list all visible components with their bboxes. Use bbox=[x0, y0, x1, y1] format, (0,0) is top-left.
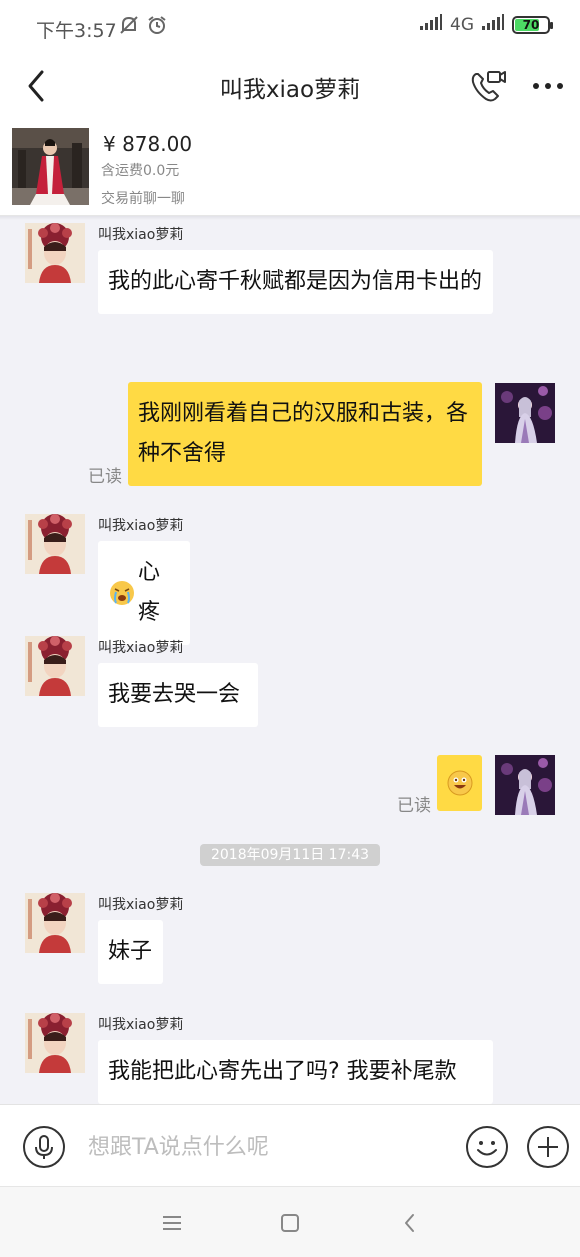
message-bubble-mine[interactable]: 我刚刚看着自己的汉服和古装，各种不舍得 bbox=[128, 382, 482, 486]
chat-header: 叫我xiao萝莉 bbox=[0, 56, 580, 118]
my-avatar[interactable] bbox=[495, 383, 555, 443]
more-icon[interactable] bbox=[530, 66, 570, 106]
product-card[interactable]: ¥ 878.00 含运费0.0元 交易前聊一聊 bbox=[0, 118, 580, 216]
sender-name: 叫我xiao萝莉 bbox=[98, 640, 184, 656]
status-bar: 下午3:57 4G 70 bbox=[0, 0, 580, 56]
message-input[interactable] bbox=[88, 1129, 428, 1165]
network-type: 4G bbox=[450, 14, 474, 35]
trade-note: 交易前聊一聊 bbox=[101, 191, 185, 207]
message-bubble[interactable]: 我能把此心寄先出了吗? 我要补尾款 bbox=[98, 1040, 493, 1104]
menu-icon[interactable] bbox=[160, 1211, 184, 1235]
product-price: ¥ 878.00 bbox=[103, 132, 193, 156]
message-bubble[interactable]: 我要去哭一会 bbox=[98, 663, 258, 727]
crying-face-icon bbox=[108, 579, 136, 607]
plus-icon[interactable] bbox=[526, 1125, 570, 1169]
message-bubble-mine[interactable] bbox=[437, 755, 482, 811]
timestamp: 2018年09月11日 17:43 bbox=[200, 844, 380, 866]
input-bar bbox=[0, 1104, 580, 1186]
grin-face-icon bbox=[447, 770, 473, 796]
my-avatar[interactable] bbox=[495, 755, 555, 815]
microphone-icon[interactable] bbox=[22, 1125, 66, 1169]
sender-name: 叫我xiao萝莉 bbox=[98, 897, 184, 913]
divider bbox=[0, 216, 580, 220]
silent-bell-icon bbox=[118, 14, 140, 40]
avatar[interactable] bbox=[25, 223, 85, 283]
shipping-fee: 含运费0.0元 bbox=[101, 163, 180, 179]
system-nav-bar bbox=[0, 1186, 580, 1257]
message-bubble[interactable]: 我的此心寄千秋赋都是因为信用卡出的 bbox=[98, 250, 493, 314]
avatar[interactable] bbox=[25, 636, 85, 696]
message-bubble[interactable]: 妹子 bbox=[98, 920, 163, 984]
read-status: 已读 bbox=[397, 796, 431, 816]
sender-name: 叫我xiao萝莉 bbox=[98, 518, 184, 534]
back-icon[interactable] bbox=[398, 1211, 422, 1235]
battery-level: 70 bbox=[522, 17, 540, 32]
signal-icon bbox=[482, 14, 504, 35]
product-image[interactable] bbox=[12, 128, 89, 205]
video-call-icon[interactable] bbox=[468, 66, 508, 106]
read-status: 已读 bbox=[88, 467, 122, 487]
alarm-icon bbox=[146, 14, 168, 40]
emoji-icon[interactable] bbox=[465, 1125, 509, 1169]
message-bubble[interactable]: 心疼 bbox=[98, 541, 190, 645]
sender-name: 叫我xiao萝莉 bbox=[98, 1017, 184, 1033]
status-time: 下午3:57 bbox=[36, 20, 117, 42]
avatar[interactable] bbox=[25, 893, 85, 953]
signal-icon bbox=[420, 14, 442, 35]
sender-name: 叫我xiao萝莉 bbox=[98, 227, 184, 243]
home-icon[interactable] bbox=[278, 1211, 302, 1235]
status-indicators: 4G 70 bbox=[420, 14, 553, 35]
avatar[interactable] bbox=[25, 514, 85, 574]
battery-icon: 70 bbox=[512, 15, 553, 34]
avatar[interactable] bbox=[25, 1013, 85, 1073]
message-text: 心疼 bbox=[138, 560, 161, 625]
